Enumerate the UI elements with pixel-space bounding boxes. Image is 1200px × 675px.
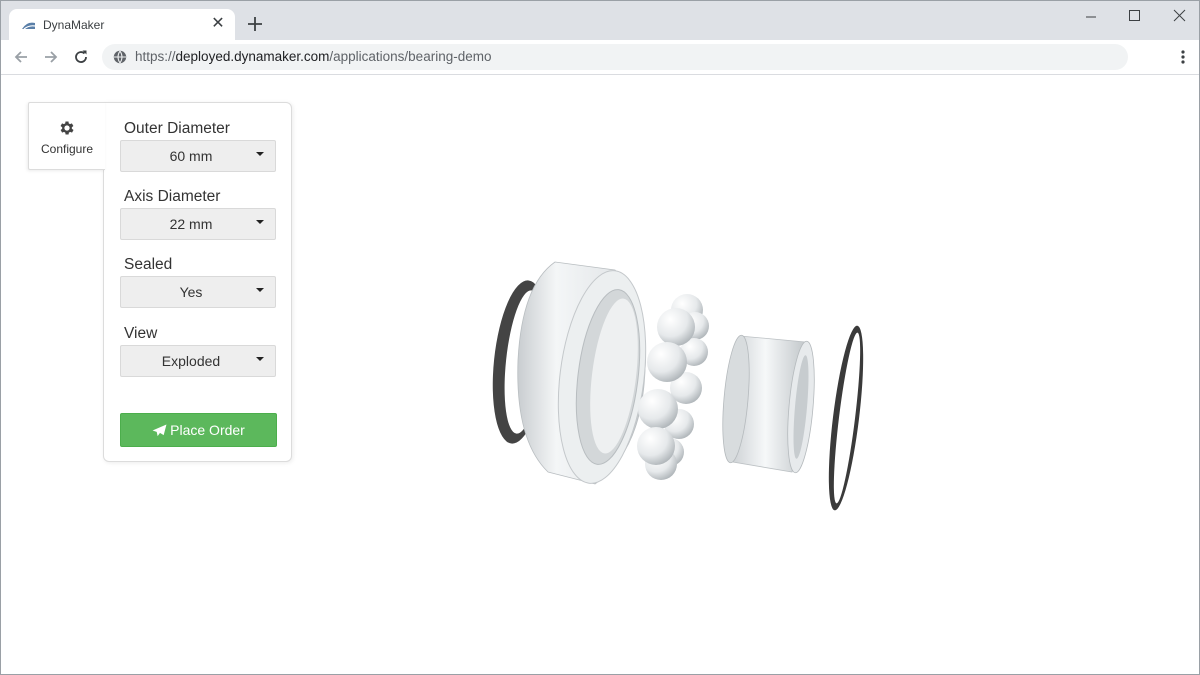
plus-icon[interactable]: [245, 14, 265, 34]
caret-down-icon: [256, 288, 264, 292]
paper-plane-icon: [152, 424, 167, 437]
3d-viewport[interactable]: [460, 240, 900, 530]
close-window-icon[interactable]: [1164, 7, 1194, 27]
outer-diameter-label: Outer Diameter: [124, 120, 230, 137]
browser-toolbar: https://deployed.dynamaker.com/applicati…: [1, 40, 1199, 75]
axis-diameter-select[interactable]: 22 mm: [120, 208, 276, 240]
sealed-select[interactable]: Yes: [120, 276, 276, 308]
address-bar[interactable]: https://deployed.dynamaker.com/applicati…: [102, 44, 1128, 70]
close-icon[interactable]: ✕: [209, 15, 227, 33]
outer-diameter-value: 60 mm: [169, 148, 213, 164]
view-label: View: [124, 325, 158, 342]
right-seal: [828, 325, 864, 511]
tab-title: DynaMaker: [43, 18, 105, 32]
caret-down-icon: [256, 357, 264, 361]
globe-icon: [113, 50, 127, 64]
axis-diameter-value: 22 mm: [169, 216, 213, 232]
configure-label: Configure: [40, 142, 94, 156]
dynamaker-favicon-icon: [22, 22, 36, 30]
ball-cage: [637, 294, 709, 480]
gear-icon: [60, 121, 74, 135]
axis-diameter-label: Axis Diameter: [124, 188, 221, 205]
more-vert-icon[interactable]: [1181, 49, 1185, 65]
caret-down-icon: [256, 152, 264, 156]
minimize-icon[interactable]: [1076, 7, 1106, 27]
configure-tab[interactable]: Configure: [28, 102, 105, 170]
sealed-label: Sealed: [124, 256, 173, 273]
configurator-panel: Outer Diameter 60 mm Axis Diameter 22 mm…: [103, 102, 292, 462]
forward-arrow-icon[interactable]: [42, 48, 60, 66]
sealed-value: Yes: [179, 284, 203, 300]
place-order-label: Place Order: [170, 422, 245, 438]
view-select[interactable]: Exploded: [120, 345, 276, 377]
back-arrow-icon[interactable]: [12, 48, 30, 66]
view-value: Exploded: [161, 353, 221, 369]
outer-diameter-select[interactable]: 60 mm: [120, 140, 276, 172]
inner-ring: [722, 334, 815, 474]
caret-down-icon: [256, 220, 264, 224]
maximize-icon[interactable]: [1119, 7, 1149, 27]
browser-tab[interactable]: DynaMaker ✕: [9, 9, 235, 41]
outer-ring: [517, 261, 647, 485]
reload-icon[interactable]: [72, 48, 90, 66]
place-order-button[interactable]: Place Order: [120, 413, 277, 447]
tab-strip: DynaMaker ✕: [1, 1, 1199, 41]
url-text: https://deployed.dynamaker.com/applicati…: [135, 49, 492, 64]
